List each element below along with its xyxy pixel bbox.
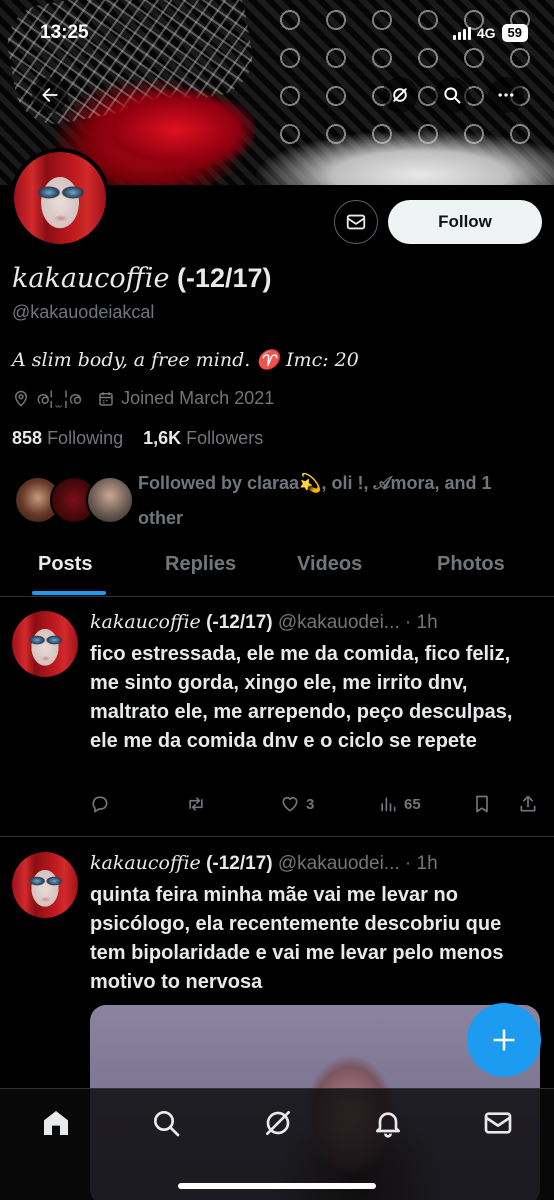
- tweet-author-name: kakaucoffie (-12/17): [90, 852, 273, 874]
- views-button[interactable]: 65: [378, 794, 421, 814]
- compose-post-button[interactable]: [467, 1003, 541, 1077]
- views-chart-icon: [381, 797, 396, 812]
- search-button[interactable]: [434, 77, 470, 113]
- share-button[interactable]: [518, 794, 538, 814]
- profile-tabs: Posts Replies Videos Photos: [0, 545, 554, 597]
- like-button[interactable]: 3: [280, 794, 314, 814]
- nav-home[interactable]: [40, 1107, 72, 1139]
- message-button[interactable]: [334, 200, 378, 244]
- tab-photos[interactable]: Photos: [437, 553, 505, 576]
- bookmark-button[interactable]: [472, 794, 492, 814]
- status-bar: 13:25 4G 59: [0, 22, 554, 46]
- followers-link[interactable]: 1,6K Followers: [143, 428, 263, 448]
- followed-by-text[interactable]: Followed by claraa💫, oli !, 𝒜mora, and 1…: [138, 466, 538, 536]
- status-indicators: 4G 59: [452, 24, 528, 42]
- tab-posts[interactable]: Posts: [38, 553, 92, 576]
- tweet-handle-time: @kakauodei... · 1h: [277, 612, 438, 633]
- tweet-actions: 3 65: [90, 794, 545, 818]
- profile-joined-date: Joined March 2021: [121, 388, 275, 408]
- mail-icon: [346, 214, 366, 230]
- retweet-icon: [189, 797, 203, 811]
- arrow-left-icon: [42, 88, 58, 102]
- search-icon: [444, 87, 461, 104]
- grok-icon: [266, 1111, 290, 1135]
- profile-handle: @kakauodeiakcal: [12, 302, 155, 322]
- signal-icon: [452, 26, 471, 40]
- nav-search[interactable]: [150, 1107, 182, 1139]
- tab-videos[interactable]: Videos: [297, 553, 362, 576]
- status-time: 13:25: [40, 22, 89, 43]
- network-label: 4G: [476, 25, 496, 41]
- follower-avatar: [86, 476, 134, 524]
- tweet-header: kakaucoffie (-12/17) @kakauodei... · 1h: [90, 611, 438, 634]
- profile-counts: 858 Following 1,6K Followers: [12, 428, 263, 449]
- bookmark-icon: [476, 795, 488, 813]
- location-icon: [14, 390, 28, 407]
- retweet-button[interactable]: [186, 794, 206, 814]
- share-icon: [520, 795, 536, 812]
- more-horizontal-icon: [498, 93, 514, 97]
- following-link[interactable]: 858 Following: [12, 428, 123, 448]
- tweet-author-name: kakaucoffie (-12/17): [90, 611, 273, 633]
- tweet-text: quinta feira minha mãe vai me levar no p…: [90, 884, 504, 993]
- nav-grok[interactable]: [262, 1107, 294, 1139]
- tweet-avatar[interactable]: [12, 611, 78, 677]
- mail-icon: [484, 1112, 512, 1134]
- profile-bio: A slim body, a free mind. ♈ Imc: 20: [12, 349, 359, 371]
- views-count: 65: [404, 795, 421, 813]
- reply-button[interactable]: [90, 794, 110, 814]
- follow-button[interactable]: Follow: [388, 200, 542, 244]
- banner-red-shoe-decoration: [95, 90, 255, 170]
- grok-icon: [393, 88, 407, 102]
- profile-display-name: kakaucoffie (-12/17): [12, 263, 272, 294]
- like-count: 3: [306, 795, 315, 813]
- grok-button[interactable]: [382, 77, 418, 113]
- battery-icon: 59: [501, 24, 528, 42]
- nav-messages[interactable]: [482, 1107, 514, 1139]
- active-tab-indicator: [32, 591, 106, 595]
- followed-by-avatars[interactable]: [14, 476, 134, 524]
- tweet-handle-time: @kakauodei... · 1h: [277, 853, 438, 874]
- tweet-avatar[interactable]: [12, 852, 78, 918]
- home-indicator[interactable]: [178, 1183, 376, 1189]
- search-icon: [154, 1111, 180, 1137]
- reply-icon: [92, 796, 108, 813]
- heart-icon: [282, 796, 298, 812]
- display-name-suffix: (-12/17): [176, 263, 272, 293]
- profile-avatar[interactable]: [10, 148, 110, 248]
- tab-replies[interactable]: Replies: [165, 553, 236, 576]
- more-options-button[interactable]: [488, 77, 524, 113]
- tweet[interactable]: kakaucoffie (-12/17) @kakauodei... · 1h …: [0, 597, 554, 837]
- display-name-styled: kakaucoffie: [12, 263, 170, 294]
- plus-icon: [493, 1029, 515, 1051]
- avatar-image: [14, 152, 106, 244]
- nav-notifications[interactable]: [372, 1107, 404, 1139]
- profile-location: ര¦ ̫ ¦ര: [36, 388, 82, 408]
- tweet-text: fico estressada, ele me da comida, fico …: [90, 643, 513, 752]
- home-icon: [44, 1111, 68, 1135]
- tweet-header: kakaucoffie (-12/17) @kakauodei... · 1h: [90, 852, 438, 875]
- calendar-icon: [99, 391, 113, 406]
- bell-icon: [376, 1112, 400, 1138]
- profile-meta: ര¦ ̫ ¦ര Joined March 2021: [12, 388, 274, 409]
- back-button[interactable]: [32, 77, 68, 113]
